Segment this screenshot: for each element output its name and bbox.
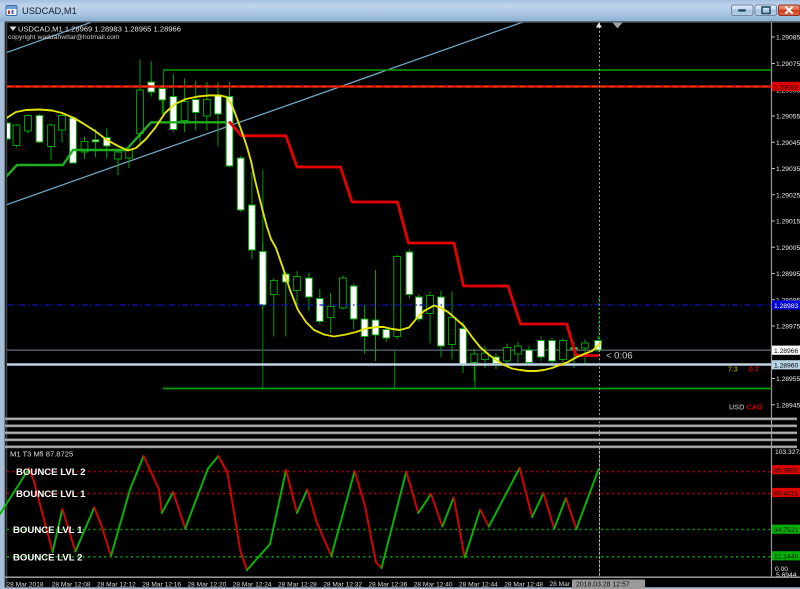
svg-text:1.28960: 1.28960: [774, 363, 798, 370]
svg-text:1.28975: 1.28975: [776, 324, 800, 331]
svg-text:12.1449: 12.1449: [774, 554, 798, 561]
svg-text:1.29066: 1.29066: [774, 84, 798, 91]
svg-text:USDCAD,M1 1.28969 1.28983 1.2: USDCAD,M1 1.28969 1.28983 1.28965 1.2896…: [18, 24, 181, 33]
svg-text:1.28995: 1.28995: [776, 271, 800, 278]
svg-text:28 Mar 12:28: 28 Mar 12:28: [278, 581, 317, 588]
svg-text:1.29085: 1.29085: [776, 35, 800, 42]
svg-text:1.29015: 1.29015: [776, 219, 800, 226]
svg-text:28 Mar 2018: 28 Mar 2018: [7, 581, 44, 588]
svg-text:0.7: 0.7: [749, 367, 759, 374]
svg-text:1.29045: 1.29045: [776, 140, 800, 147]
svg-text:28 Mar 12:24: 28 Mar 12:24: [233, 581, 272, 588]
svg-text:7.3: 7.3: [728, 367, 738, 374]
svg-text:copyright waddahwttar@hotmail.: copyright waddahwttar@hotmail.com: [8, 34, 120, 41]
svg-text:BOUNCE LVL 2: BOUNCE LVL 2: [13, 553, 82, 564]
svg-text:2018.03.28 12:57: 2018.03.28 12:57: [576, 582, 630, 589]
svg-text:1.28945: 1.28945: [776, 402, 800, 409]
svg-text:1.29075: 1.29075: [776, 61, 800, 68]
svg-text:28 Mar 12:16: 28 Mar 12:16: [142, 581, 181, 588]
svg-text:28 Mar 12:20: 28 Mar 12:20: [188, 581, 227, 588]
svg-text:85.9950: 85.9950: [774, 468, 798, 475]
svg-text:1.28955: 1.28955: [776, 376, 800, 383]
svg-text:28 Mar 12:12: 28 Mar 12:12: [97, 581, 136, 588]
svg-text:1.28966: 1.28966: [774, 348, 798, 355]
svg-text:BOUNCE LVL 2: BOUNCE LVL 2: [16, 467, 85, 478]
svg-text:M1 T3 Mfi 87.8725: M1 T3 Mfi 87.8725: [10, 450, 73, 459]
svg-text:28 Mar 12:08: 28 Mar 12:08: [52, 581, 91, 588]
svg-text:28 Mar 12:32: 28 Mar 12:32: [323, 581, 362, 588]
svg-text:BOUNCE LVL 1: BOUNCE LVL 1: [16, 489, 86, 500]
svg-text:1.29005: 1.29005: [776, 245, 800, 252]
svg-text:66.4021: 66.4021: [774, 490, 798, 497]
svg-text:BOUNCE LVL 1: BOUNCE LVL 1: [13, 525, 83, 536]
svg-text:< 0:06: < 0:06: [606, 351, 633, 362]
svg-text:1.28983: 1.28983: [774, 303, 798, 310]
svg-text:28 Mar 12:48: 28 Mar 12:48: [504, 581, 543, 588]
svg-text:1.29025: 1.29025: [776, 192, 800, 199]
svg-text:28 Mar 12:44: 28 Mar 12:44: [459, 581, 498, 588]
svg-text:28 Mar 12:36: 28 Mar 12:36: [369, 581, 408, 588]
svg-text:USD CAD: USD CAD: [729, 403, 762, 412]
svg-text:34.7521: 34.7521: [774, 527, 798, 534]
svg-text:28 Mar 12:40: 28 Mar 12:40: [414, 581, 453, 588]
svg-text:1.29055: 1.29055: [776, 114, 800, 121]
svg-text:1.29035: 1.29035: [776, 166, 800, 173]
svg-text:USDCAD,M1: USDCAD,M1: [22, 6, 77, 16]
svg-text:103.3272: 103.3272: [775, 449, 800, 456]
